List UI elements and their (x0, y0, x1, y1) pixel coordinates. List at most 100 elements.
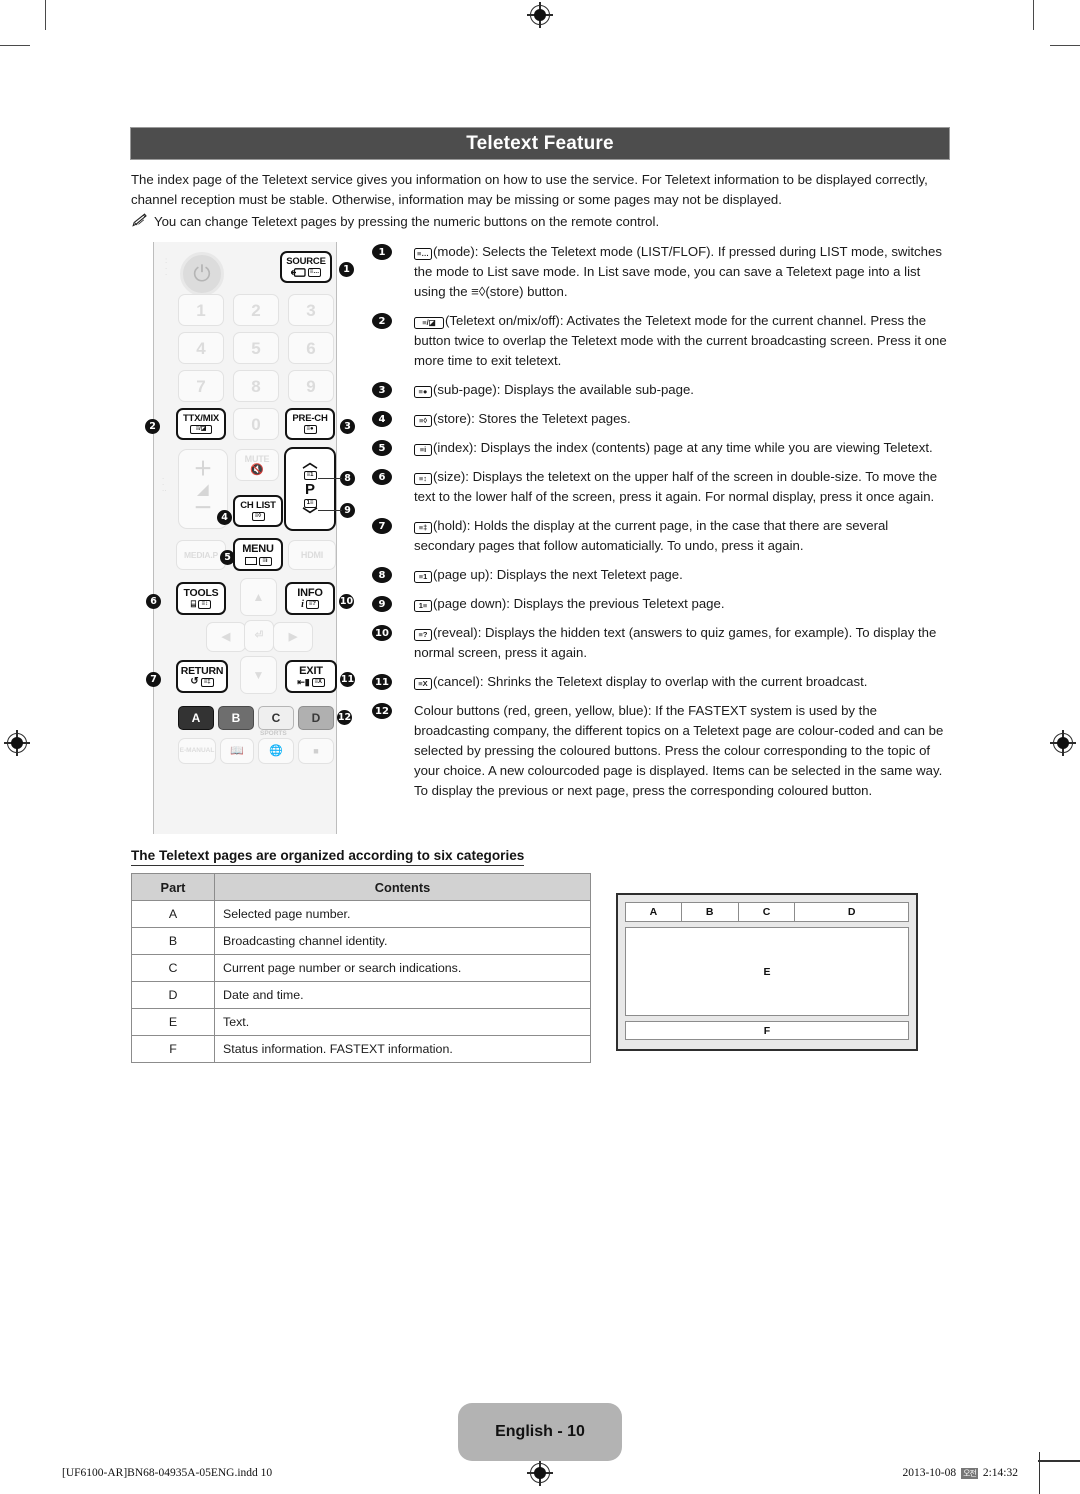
menu-grid-icon (244, 557, 257, 565)
cell-contents: Selected page number. (214, 900, 591, 928)
description-symbol: ≡◊ (414, 415, 432, 427)
footer-file-info: [UF6100-AR]BN68-04935A-05ENG.indd 10 (62, 1467, 273, 1479)
description-number: 6 (372, 469, 392, 485)
num-7-button[interactable]: 7 (178, 370, 224, 402)
num-2-button[interactable]: 2 (233, 294, 279, 326)
num-0-button[interactable]: 0 (233, 408, 279, 440)
description-symbol: ≡↕ (414, 473, 432, 485)
table-row: C Current page number or search indicati… (131, 954, 591, 982)
callout-2: 2 (145, 419, 160, 434)
mute-label: MUTE (244, 453, 270, 464)
info-button[interactable]: INFO i ≡? (285, 582, 335, 615)
menu-label: MENU (242, 542, 274, 555)
description-number: 12 (372, 703, 392, 719)
num-8-button[interactable]: 8 (233, 370, 279, 402)
cell-contents: Text. (214, 1008, 591, 1036)
source-button[interactable]: SOURCE ≡… (280, 251, 332, 283)
pre-ch-button[interactable]: PRE-CH ≡● (285, 408, 335, 440)
menu-glyph: ≡i (258, 556, 272, 566)
tools-button[interactable]: TOOLS ⌸ ≡↕ (176, 582, 226, 615)
emanual-button[interactable]: E-MANUAL (178, 738, 216, 764)
remote-control-figure: :.. ⏻ SOURCE ≡… 1 1 2 3 4 5 6 7 8 9 TTX/… (140, 242, 368, 834)
description-text: (reveal): Displays the hidden text (answ… (414, 625, 937, 660)
colour-button-d[interactable]: D (298, 706, 334, 730)
description-item: 11 ≡X (cancel): Shrinks the Teletext disp… (372, 672, 950, 692)
info-i-icon: i (301, 598, 304, 610)
table-row: B Broadcasting channel identity. (131, 927, 591, 955)
web-button[interactable]: 🌐 (258, 738, 294, 764)
table-row: D Date and time. (131, 981, 591, 1009)
channel-rocker[interactable]: ︿ ≡1 P 1≡ ﹀ (284, 447, 336, 531)
num-9-button[interactable]: 9 (288, 370, 334, 402)
p-label: P (304, 480, 315, 498)
volume-icon: ◢ (197, 481, 209, 497)
cell-part: A (131, 900, 215, 928)
callout-12: 12 (337, 710, 352, 725)
diagram-cell-e: E (625, 927, 909, 1016)
power-button[interactable]: ⏻ (180, 252, 224, 296)
colour-d-label: D (311, 711, 321, 725)
callout-9: 9 (340, 503, 355, 518)
num-4-button[interactable]: 4 (178, 332, 224, 364)
hdmi-label: HDMI (300, 549, 324, 560)
description-number: 9 (372, 596, 392, 612)
categories-heading: The Teletext pages are organized accordi… (131, 848, 525, 866)
description-body: ≡i (index): Displays the index (contents)… (414, 438, 950, 458)
description-item: 1 ≡… (mode): Selects the Teletext mode (L… (372, 242, 950, 302)
description-symbol: ≡‡ (414, 522, 432, 534)
num-0-label: 0 (251, 414, 261, 434)
description-number: 10 (372, 625, 392, 641)
nav-left-button[interactable]: ◀ (206, 622, 246, 652)
callout-11: 11 (340, 672, 355, 687)
description-body: ≡↕ (size): Displays the teletext on the u… (414, 467, 950, 507)
exit-glyph: ≡X (311, 678, 325, 687)
description-body: Colour buttons (red, green, yellow, blue… (414, 701, 950, 801)
num-6-button[interactable]: 6 (288, 332, 334, 364)
num-3-button[interactable]: 3 (288, 294, 334, 326)
nav-up-button[interactable]: ▲ (240, 578, 277, 616)
menu-button[interactable]: MENU ≡i (233, 538, 283, 571)
description-body: 1≡ (page down): Displays the previous Tel… (414, 594, 950, 614)
media-button[interactable]: MEDIA.P (176, 540, 226, 570)
mute-button[interactable]: MUTE 🔇 (235, 449, 279, 481)
return-button[interactable]: RETURN ↺ ≡‡ (176, 660, 228, 693)
colour-button-b[interactable]: B (218, 706, 254, 730)
num-3-label: 3 (306, 300, 316, 320)
guide-button[interactable]: 📖 (220, 738, 254, 764)
description-item: 3 ≡● (sub-page): Displays the available s… (372, 380, 950, 400)
column-header-contents: Contents (214, 873, 591, 901)
note-text: You can change Teletext pages by pressin… (154, 214, 660, 229)
description-body: ≡● (sub-page): Displays the available sub… (414, 380, 950, 400)
sports-label: SPORTS (260, 730, 287, 737)
registration-mark-top (527, 2, 553, 28)
colour-button-a[interactable]: A (178, 706, 214, 730)
nav-right-button[interactable]: ▶ (273, 622, 313, 652)
manual-page: Teletext Feature The index page of the T… (0, 0, 1080, 1494)
source-teletext-glyph: ≡… (307, 268, 322, 278)
num-9-label: 9 (306, 376, 316, 396)
description-item: 6 ≡↕ (size): Displays the teletext on the… (372, 467, 950, 507)
description-item: 9 1≡ (page down): Displays the previous T… (372, 594, 950, 614)
description-number: 11 (372, 674, 392, 690)
description-body: ≡? (reveal): Displays the hidden text (an… (414, 623, 950, 663)
exit-button[interactable]: EXIT ⇤▮ ≡X (285, 660, 337, 693)
ttx-mix-button[interactable]: TTX/MIX ≡/◪ (176, 408, 226, 440)
crop-mark-top-left-v (45, 0, 47, 30)
stop-button[interactable]: ■ (298, 738, 334, 764)
num-5-button[interactable]: 5 (233, 332, 279, 364)
ch-list-button[interactable]: CH LIST ≡◊ (233, 495, 283, 527)
description-text: (hold): Holds the display at the current… (414, 518, 889, 553)
tools-glyph: ≡↕ (198, 600, 212, 610)
nav-down-button[interactable]: ▼ (240, 656, 277, 694)
description-text: (Teletext on/mix/off): Activates the Tel… (414, 313, 947, 368)
num-1-button[interactable]: 1 (178, 294, 224, 326)
page-title: Teletext Feature (466, 132, 614, 154)
hdmi-button[interactable]: HDMI (288, 540, 336, 570)
nav-enter-button[interactable]: ⏎ (244, 620, 274, 652)
channel-up-icon: ︿ (302, 453, 318, 471)
colour-button-c[interactable]: C (258, 706, 294, 730)
callout-4: 4 (217, 510, 232, 525)
description-body: ≡1 (page up): Displays the next Teletext … (414, 565, 950, 585)
footer-rule-vertical (1038, 1452, 1040, 1494)
crop-mark-top-right-h (1050, 45, 1080, 47)
